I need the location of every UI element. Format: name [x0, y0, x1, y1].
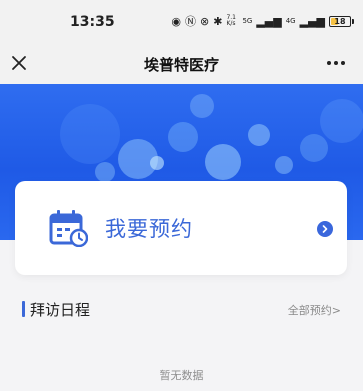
- bokeh-decoration: [205, 144, 241, 180]
- chevron-right-glyph: [322, 225, 328, 233]
- section-accent-bar: [22, 301, 25, 317]
- status-icons: ◉ Ⓝ ⊗ ✱ 7.1 K/s 5G ▂▄▆ 4G ▂▄▆ 18: [171, 14, 354, 28]
- battery-level: 18: [334, 16, 346, 26]
- nav-bar: 埃普特医疗: [0, 42, 363, 84]
- mute-icon: ⊗: [200, 14, 210, 28]
- battery-icon: 18: [329, 15, 354, 27]
- empty-state-text: 暂无数据: [159, 369, 204, 382]
- bokeh-decoration: [300, 134, 328, 162]
- speed-indicator: 7.1 K/s: [226, 14, 236, 27]
- signal-icon: ▂▄▆: [256, 14, 282, 28]
- chevron-right-circle-icon[interactable]: [317, 221, 333, 237]
- visit-schedule-title: 拜访日程: [30, 301, 91, 319]
- network-label: 5G: [242, 16, 253, 25]
- more-icon-glyph: [327, 61, 345, 65]
- bluetooth-icon: ✱: [213, 14, 223, 28]
- nfc-icon: Ⓝ: [185, 14, 196, 28]
- bokeh-decoration: [150, 156, 164, 170]
- signal-icon-2: ▂▄▆: [299, 14, 325, 28]
- booking-card[interactable]: 我要预约: [15, 181, 347, 275]
- bokeh-decoration: [60, 104, 120, 164]
- bokeh-decoration: [248, 124, 270, 146]
- calendar-clock-icon: [49, 210, 88, 247]
- status-time: 13:35: [70, 14, 115, 30]
- page-title: 埃普特医疗: [143, 56, 219, 74]
- all-appointments-link[interactable]: 全部预约>: [288, 302, 341, 318]
- bokeh-decoration: [190, 94, 214, 118]
- network-label-2: 4G: [285, 16, 296, 25]
- bokeh-decoration: [168, 122, 198, 152]
- bokeh-decoration: [95, 162, 115, 182]
- bokeh-decoration: [275, 156, 293, 174]
- status-bar: 13:35 ◉ Ⓝ ⊗ ✱ 7.1 K/s 5G ▂▄▆ 4G ▂▄▆ 18: [0, 0, 363, 42]
- more-icon[interactable]: [325, 52, 347, 74]
- bokeh-decoration: [320, 99, 363, 143]
- booking-label: 我要预约: [105, 217, 193, 241]
- eye-icon: ◉: [171, 14, 181, 28]
